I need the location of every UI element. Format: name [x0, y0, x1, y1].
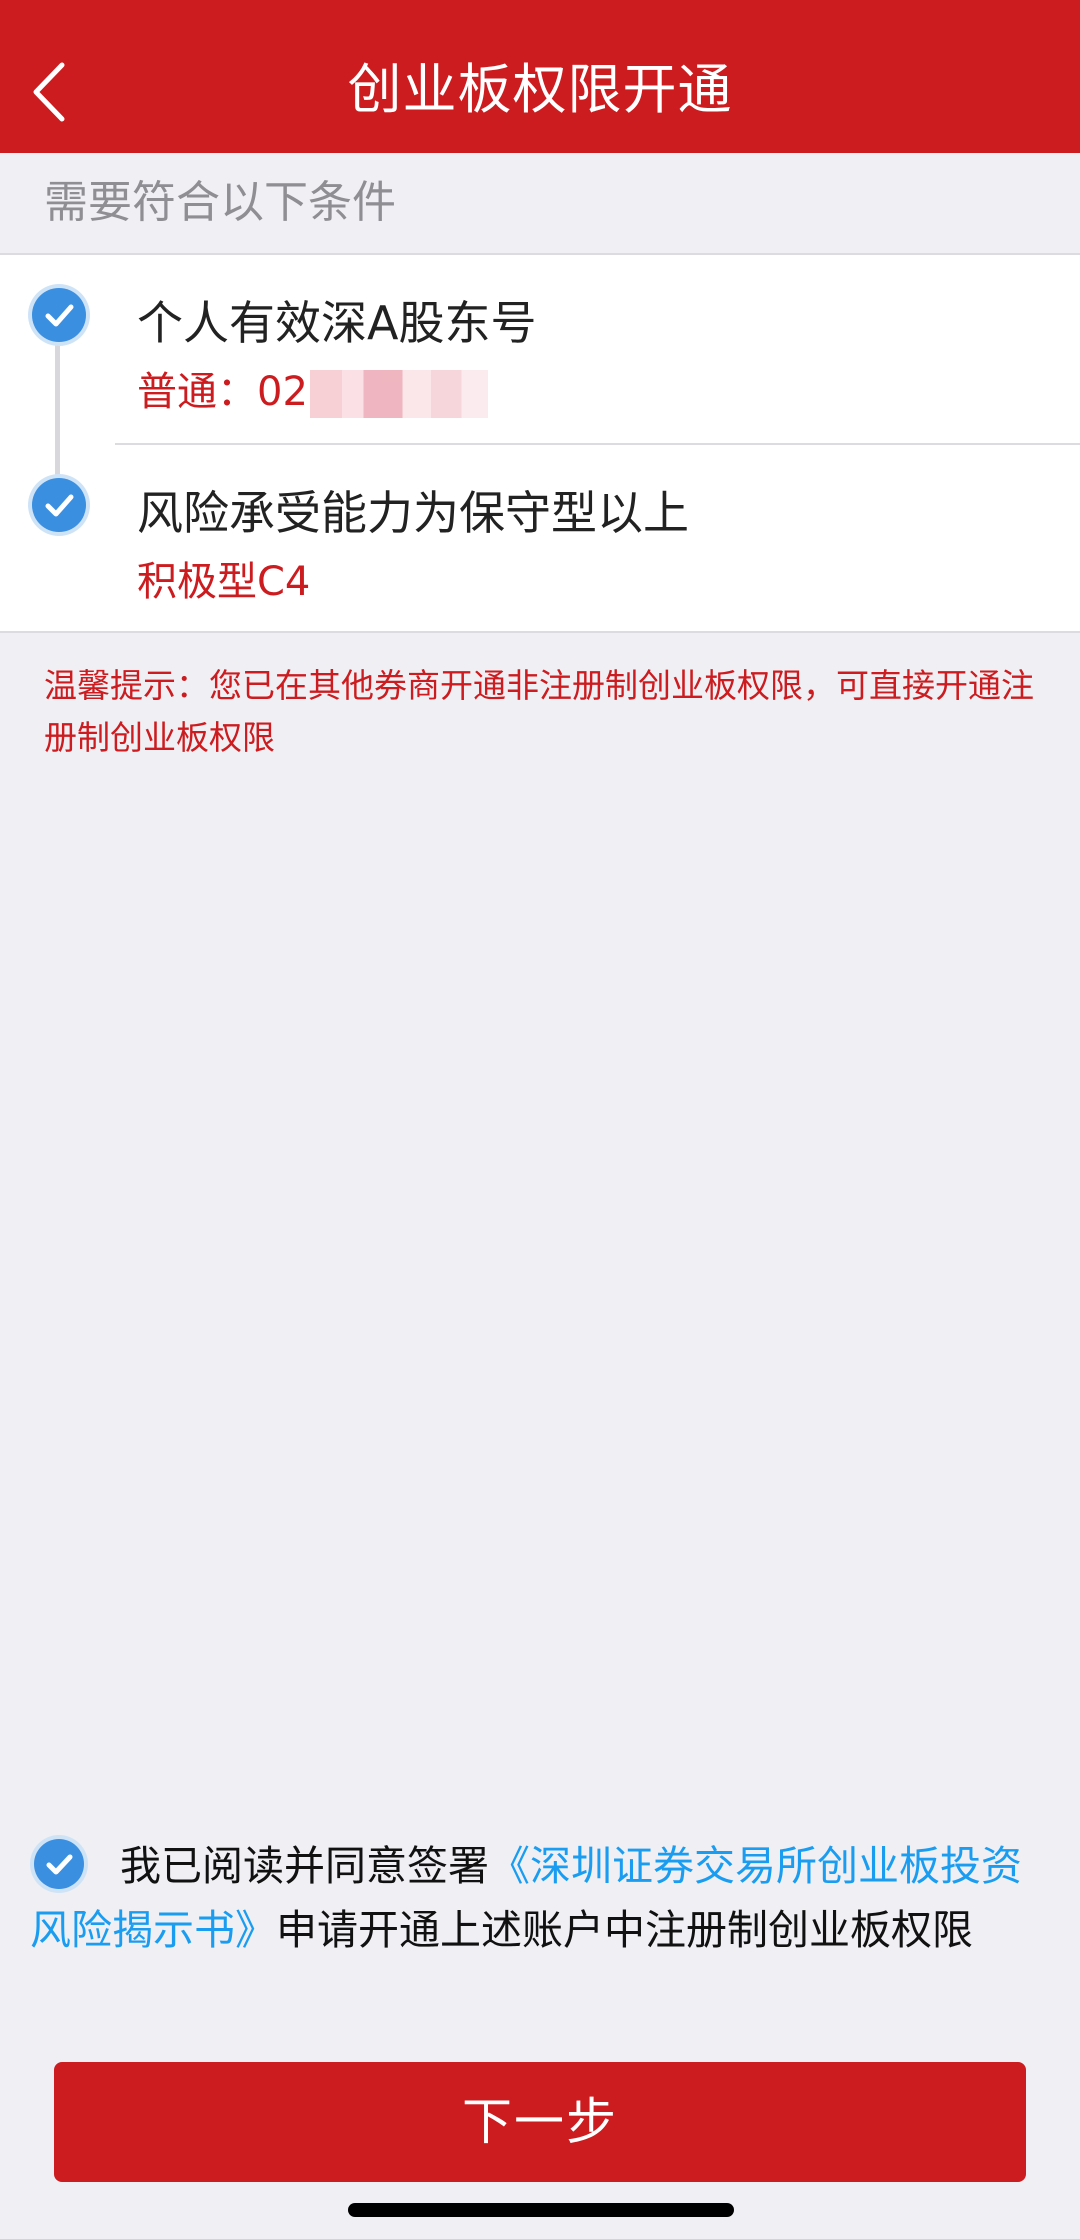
next-step-button[interactable]: 下一步: [54, 2062, 1026, 2182]
condition-title: 风险承受能力为保守型以上: [137, 486, 689, 540]
conditions-list: 个人有效深A股东号 普通：02 风险承受能力为保守型以上 积极型C4: [0, 253, 1080, 633]
agreement-row: 我已阅读并同意签署《深圳证券交易所创业板投资风险揭示书》申请开通上述账户中注册制…: [30, 1834, 1040, 1962]
agreement-suffix: 申请开通上述账户中注册制创业板权限: [276, 1906, 973, 1954]
warm-tip: 温馨提示：您已在其他券商开通非注册制创业板权限，可直接开通注册制创业板权限: [44, 666, 1034, 757]
check-icon: [32, 478, 86, 532]
shareholder-account-value: 普通：02: [137, 369, 308, 415]
timeline-connector: [55, 335, 60, 495]
condition-value: 积极型C4: [137, 559, 311, 605]
check-icon: [46, 1854, 73, 1875]
navigation-bar: 创业板权限开通: [0, 0, 1080, 153]
agreement-prefix: 我已阅读并同意签署: [120, 1842, 489, 1890]
check-icon: [32, 288, 86, 342]
divider: [115, 443, 1080, 445]
section-title: 需要符合以下条件: [44, 177, 396, 228]
page-title: 创业板权限开通: [347, 58, 733, 121]
agreement-checkbox[interactable]: [34, 1839, 84, 1889]
condition-title: 个人有效深A股东号: [137, 296, 537, 350]
condition-value: 普通：02: [137, 359, 488, 418]
redacted-mosaic: [309, 370, 488, 418]
home-indicator: [348, 2203, 734, 2217]
